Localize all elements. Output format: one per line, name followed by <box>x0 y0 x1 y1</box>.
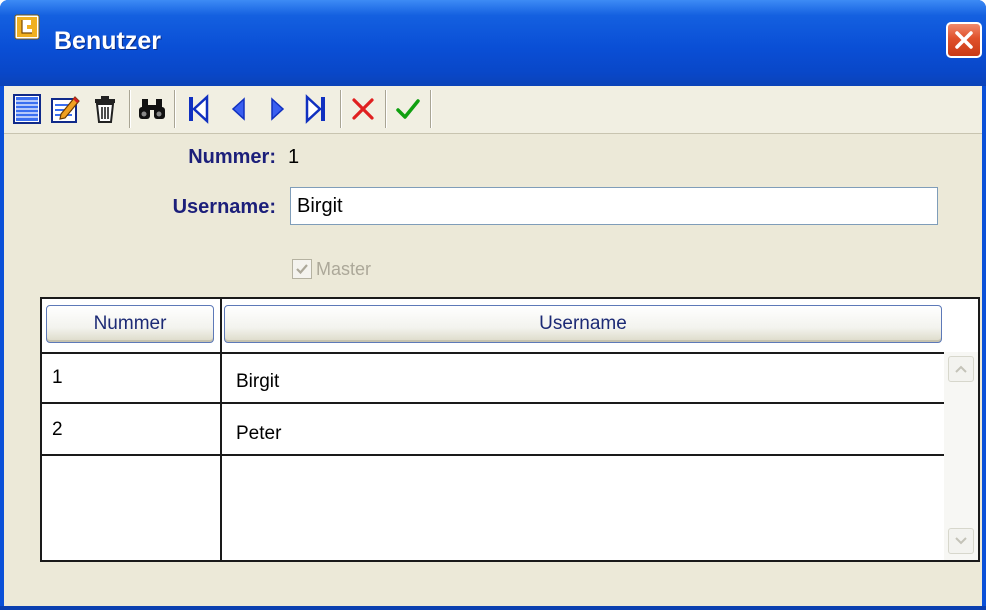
app-icon <box>14 14 40 40</box>
cell-nummer: 1 <box>52 367 63 388</box>
window-bottom-border <box>0 606 986 610</box>
search-button[interactable] <box>135 90 169 128</box>
chevron-up-icon <box>955 365 967 373</box>
binoculars-search-icon <box>139 99 165 119</box>
client-area: Nummer: 1 Username: Master Nummer Userna… <box>4 86 982 606</box>
username-field[interactable] <box>290 187 938 225</box>
next-record-button[interactable] <box>260 90 294 128</box>
trash-icon <box>95 96 115 123</box>
toolbar-separator <box>430 90 432 128</box>
toolbar-separator <box>340 90 342 128</box>
title-bar[interactable]: Benutzer <box>0 0 986 86</box>
edit-record-button[interactable] <box>49 90 83 128</box>
close-button[interactable] <box>946 22 982 58</box>
toolbar-separator <box>129 90 131 128</box>
master-checkbox[interactable]: Master <box>292 258 371 280</box>
checkmark-icon <box>296 264 308 275</box>
scroll-down-button[interactable] <box>948 528 974 554</box>
confirm-check-icon <box>396 99 420 119</box>
benutzer-window: Benutzer Nummer: 1 Username: Birgit Mast… <box>0 0 986 610</box>
last-record-icon <box>305 94 325 124</box>
username-label: Username: <box>172 196 276 218</box>
first-record-icon <box>189 94 209 124</box>
vertical-scrollbar[interactable] <box>944 352 978 560</box>
scroll-up-button[interactable] <box>948 356 974 382</box>
edit-record-icon <box>51 96 80 123</box>
master-label: Master <box>316 258 372 279</box>
table-row[interactable]: 1 Birgit <box>42 352 944 404</box>
delete-button[interactable] <box>88 90 122 128</box>
nummer-label: Nummer: <box>188 146 276 168</box>
cancel-x-icon <box>352 98 374 120</box>
column-header-nummer[interactable]: Nummer <box>46 305 214 343</box>
table-row[interactable]: 2 Peter <box>42 404 944 456</box>
list-view-icon <box>13 94 41 124</box>
master-checkbox-box[interactable] <box>292 259 312 279</box>
list-view-button[interactable] <box>10 90 44 128</box>
toolbar-separator <box>174 90 176 128</box>
cell-nummer: 2 <box>52 419 63 440</box>
chevron-down-icon <box>955 537 967 545</box>
grid-header: Nummer Username <box>42 299 978 354</box>
user-grid: Nummer Username 1 Birgit 2 Peter <box>40 297 980 562</box>
previous-record-icon <box>231 97 245 121</box>
cancel-button[interactable] <box>346 90 380 128</box>
column-header-username[interactable]: Username <box>224 305 942 343</box>
last-record-button[interactable] <box>299 90 333 128</box>
window-title: Benutzer <box>54 27 161 55</box>
first-record-button[interactable] <box>181 90 215 128</box>
next-record-icon <box>271 97 285 121</box>
nummer-value: 1 <box>288 146 300 168</box>
close-x-icon <box>955 31 973 49</box>
toolbar-separator <box>385 90 387 128</box>
confirm-button[interactable] <box>391 90 425 128</box>
toolbar <box>4 86 982 134</box>
previous-record-button[interactable] <box>222 90 256 128</box>
cell-username: Birgit <box>236 371 280 392</box>
cell-username: Peter <box>236 423 282 444</box>
